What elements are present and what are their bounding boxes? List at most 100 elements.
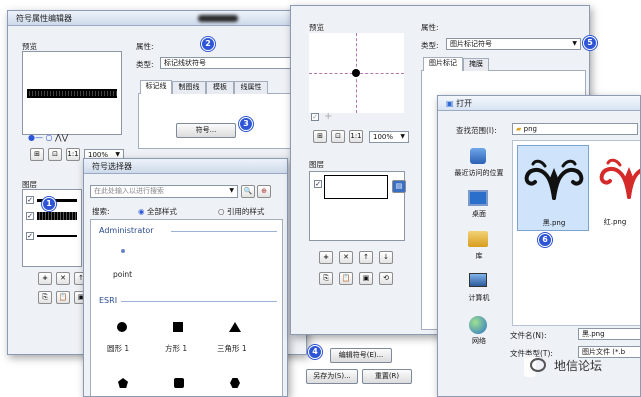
watermark-logo-icon xyxy=(530,358,546,372)
marker-type-select[interactable]: 图片标记符号 ▼ xyxy=(446,38,581,50)
square-symbol-icon[interactable] xyxy=(173,322,183,332)
place-recent-icon[interactable] xyxy=(470,148,486,164)
watermark: 地信论坛 xyxy=(524,355,602,377)
layer-1-checkbox[interactable]: ✓ xyxy=(26,196,34,204)
save-as-button[interactable]: 另存为(S)... xyxy=(306,369,358,384)
marker-one-to-one-icon[interactable]: 1:1 xyxy=(349,130,363,143)
octagon-symbol-icon[interactable] xyxy=(174,378,184,388)
triangle-symbol-label: 三角形 1 xyxy=(217,344,247,353)
open-dialog-titlebar: ▣ 打开 xyxy=(438,96,640,111)
place-computer-label[interactable]: 计算机 xyxy=(444,293,514,303)
line-style-radio[interactable]: ●— ○ ⋀⋁ xyxy=(28,133,88,143)
file-list: 黑.png 红.png xyxy=(512,140,640,326)
place-recent-label[interactable]: 最近访问的位置 xyxy=(444,168,514,178)
marker-zoom-dropdown-icon: ▼ xyxy=(400,133,405,140)
reset-button[interactable]: 重置(R) xyxy=(362,369,412,384)
open-file-dialog: ▣ 打开 查找范围(I): ▰ png 最近访问的位置 桌面 库 计算机 网络 … xyxy=(437,95,641,397)
marker-layer-item[interactable] xyxy=(324,175,388,199)
marker-copy-icon[interactable]: ⎘ xyxy=(319,272,333,285)
hexagon-symbol-icon[interactable] xyxy=(230,378,240,388)
symbol-gallery: Administrator point ESRI 圆形 1 方形 1 三角形 1 xyxy=(90,219,283,396)
radio-selected-icon: ◉ xyxy=(138,207,145,216)
radio-referenced-styles[interactable]: ○ 引用的样式 xyxy=(218,206,264,217)
marker-type-label: 类型: xyxy=(421,41,439,50)
layer-2-checkbox[interactable]: ✓ xyxy=(26,212,34,220)
add-layer-icon[interactable]: + xyxy=(38,272,52,285)
marker-remove-layer-icon[interactable]: ✕ xyxy=(339,251,353,264)
tab-marker-line[interactable]: 标记线 xyxy=(140,80,172,94)
file-name-red: 红.png xyxy=(603,218,627,226)
marker-layer-checkbox[interactable]: ✓ xyxy=(314,180,322,188)
remove-layer-icon[interactable]: ✕ xyxy=(56,272,70,285)
search-input[interactable]: 在此处输入以进行搜索 ▼ xyxy=(90,185,238,198)
lookin-value: png xyxy=(523,125,537,133)
filename-label: 文件名(N): xyxy=(510,331,547,340)
place-desktop-label[interactable]: 桌面 xyxy=(444,209,514,219)
search-options-icon[interactable]: ⊕ xyxy=(257,185,271,198)
tab-template[interactable]: 模板 xyxy=(206,81,234,94)
layer-3-checkbox[interactable]: ✓ xyxy=(26,232,34,240)
properties-label: 属性: xyxy=(136,42,154,51)
place-library-label[interactable]: 库 xyxy=(444,251,514,261)
blurred-title-area xyxy=(198,15,238,22)
symbol-editor-titlebar: 符号属性编辑器 xyxy=(8,11,306,26)
marker-move-down-icon[interactable]: ↓ xyxy=(379,251,393,264)
step-badge-4: 4 xyxy=(308,345,322,359)
radio-all-label: 全部样式 xyxy=(146,207,177,216)
places-bar: 最近访问的位置 桌面 库 计算机 网络 xyxy=(442,140,512,350)
place-desktop-icon[interactable] xyxy=(468,190,488,206)
file-item-red[interactable]: 红.png xyxy=(593,145,640,231)
fit-icon[interactable]: ⊞ xyxy=(30,148,44,161)
type-select[interactable]: 标记线状符号 xyxy=(160,57,300,69)
preview-center-dot xyxy=(352,69,360,77)
step-badge-6: 6 xyxy=(538,233,552,247)
watermark-text: 地信论坛 xyxy=(554,359,603,373)
search-icon[interactable]: 🔍 xyxy=(241,185,255,198)
marker-type-value: 图片标记符号 xyxy=(450,40,492,48)
group-esri: ESRI xyxy=(99,296,118,305)
marker-zoom-value: 100% xyxy=(373,133,394,141)
circle-symbol-icon[interactable] xyxy=(117,322,127,332)
copy-layer-icon[interactable]: ⎘ xyxy=(38,291,52,304)
marker-paste-icon[interactable]: 📋 xyxy=(339,272,353,285)
step-badge-2: 2 xyxy=(201,37,215,51)
edit-symbol-button[interactable]: 编辑符号(E)... xyxy=(330,348,392,363)
filename-input[interactable]: 黑.png xyxy=(578,328,640,340)
filename-value: 黑.png xyxy=(582,330,605,338)
type-select-value: 标记线状符号 xyxy=(164,59,206,67)
triangle-symbol-icon[interactable] xyxy=(229,322,241,332)
point-symbol-icon[interactable] xyxy=(121,249,125,253)
marker-zoom-select[interactable]: 100% ▼ xyxy=(369,131,409,143)
place-computer-icon[interactable] xyxy=(469,273,487,287)
place-network-label[interactable]: 网络 xyxy=(444,336,514,346)
step-badge-3: 3 xyxy=(239,117,253,131)
tab-picture-marker[interactable]: 图片标记 xyxy=(423,57,463,71)
marker-fit-icon[interactable]: ⊞ xyxy=(313,130,327,143)
marker-layer-edit-icon[interactable]: ▤ xyxy=(392,180,406,193)
pentagon-symbol-icon[interactable] xyxy=(118,378,128,388)
lookin-select[interactable]: ▰ png xyxy=(512,123,638,135)
place-network-icon[interactable] xyxy=(469,316,487,334)
marker-add-layer-icon[interactable]: + xyxy=(319,251,333,264)
radio-all-styles[interactable]: ◉ 全部样式 xyxy=(138,206,177,217)
step-badge-5: 5 xyxy=(583,36,597,50)
actual-size-icon[interactable]: ⊡ xyxy=(48,148,62,161)
tab-cartographic-line[interactable]: 制图线 xyxy=(172,81,206,94)
plus-icon: + xyxy=(324,111,333,122)
one-to-one-icon[interactable]: 1:1 xyxy=(66,148,80,161)
marker-reset-icon[interactable]: ⟲ xyxy=(379,272,393,285)
layer-2-swatch xyxy=(37,212,77,220)
marker-move-up-icon[interactable]: ↑ xyxy=(359,251,373,264)
point-symbol-label: point xyxy=(113,270,133,279)
open-dialog-title: 打开 xyxy=(456,99,473,108)
group-administrator: Administrator xyxy=(99,226,154,235)
marker-preview-box xyxy=(309,33,404,113)
symbol-button[interactable]: 符号... xyxy=(176,123,236,138)
marker-lock-icon[interactable]: ▣ xyxy=(359,272,373,285)
paste-layer-icon[interactable]: 📋 xyxy=(56,291,70,304)
marker-actual-size-icon[interactable]: ⊡ xyxy=(331,130,345,143)
place-library-icon[interactable] xyxy=(468,231,488,247)
tab-line-properties[interactable]: 线属性 xyxy=(234,81,268,94)
marker-show-checkbox[interactable]: ✓ xyxy=(311,113,319,121)
tab-mask[interactable]: 掩膜 xyxy=(463,58,489,71)
